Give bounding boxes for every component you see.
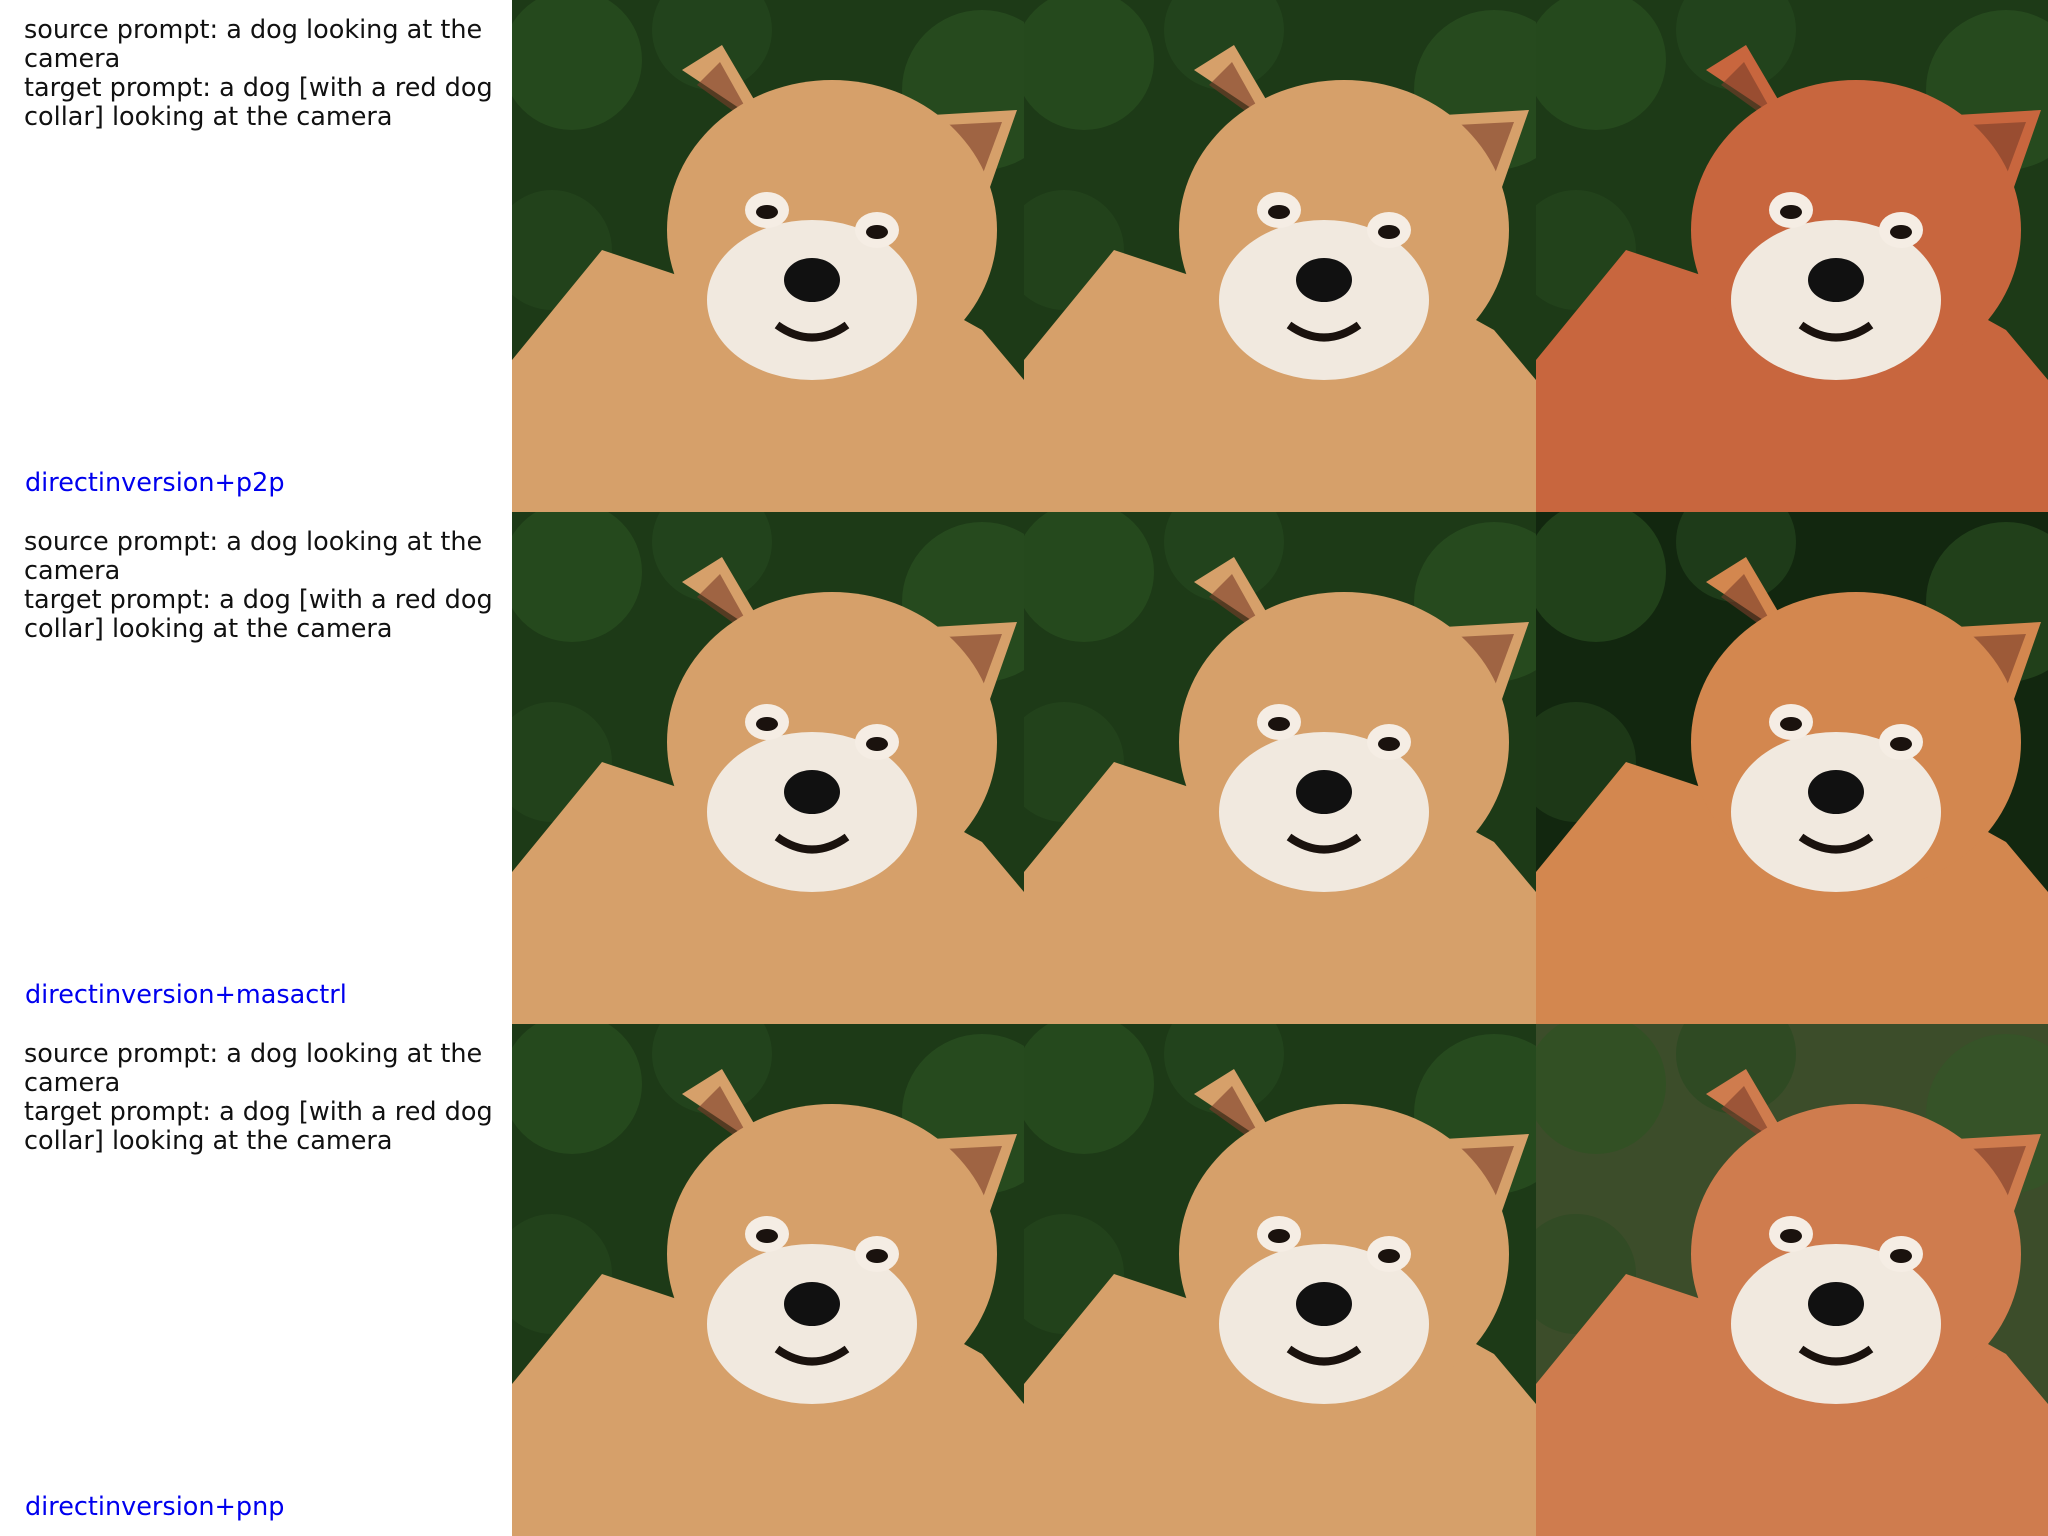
method-label: directinversion+masactrl [25, 980, 347, 1010]
target-prompt: target prompt: a dog [with a red dog col… [24, 73, 493, 132]
target-prompt: target prompt: a dog [with a red dog col… [24, 585, 493, 644]
source-prompt: source prompt: a dog looking at the came… [24, 527, 483, 586]
result-row: source prompt: a dog looking at the came… [0, 512, 2048, 1024]
prompt-text: source prompt: a dog looking at the came… [24, 528, 494, 644]
dog-image-reconstruction [1024, 0, 1536, 512]
source-prompt: source prompt: a dog looking at the came… [24, 15, 483, 74]
prompt-cell: source prompt: a dog looking at the came… [0, 0, 512, 512]
dog-image-source [512, 0, 1024, 512]
dog-image-edited [1536, 1024, 2048, 1536]
method-label: directinversion+p2p [25, 468, 285, 498]
method-label: directinversion+pnp [25, 1492, 285, 1522]
dog-image-reconstruction [1024, 512, 1536, 1024]
source-prompt: source prompt: a dog looking at the came… [24, 1039, 483, 1098]
dog-image-source [512, 1024, 1024, 1536]
prompt-cell: source prompt: a dog looking at the came… [0, 1024, 512, 1536]
comparison-grid: source prompt: a dog looking at the came… [0, 0, 2048, 1536]
dog-image-edited [1536, 512, 2048, 1024]
prompt-text: source prompt: a dog looking at the came… [24, 16, 494, 132]
target-prompt: target prompt: a dog [with a red dog col… [24, 1097, 493, 1156]
dog-image-reconstruction [1024, 1024, 1536, 1536]
result-row: source prompt: a dog looking at the came… [0, 1024, 2048, 1536]
result-row: source prompt: a dog looking at the came… [0, 0, 2048, 512]
dog-image-edited [1536, 0, 2048, 512]
dog-image-source [512, 512, 1024, 1024]
prompt-cell: source prompt: a dog looking at the came… [0, 512, 512, 1024]
prompt-text: source prompt: a dog looking at the came… [24, 1040, 494, 1156]
